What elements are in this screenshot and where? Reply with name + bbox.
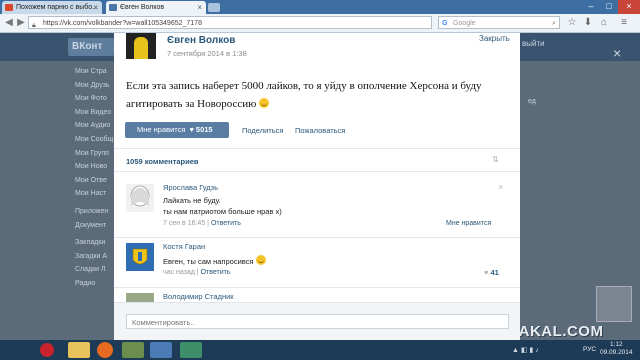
- commenter-avatar[interactable]: [126, 243, 154, 271]
- comment-composer: Комментировать..: [114, 302, 520, 340]
- comment-text: ты нам патриотом больше нрав х): [163, 207, 282, 216]
- like-button[interactable]: Мне нравится ♥ 5015: [125, 122, 229, 138]
- home-icon[interactable]: ⌂: [598, 17, 610, 29]
- tray-icons[interactable]: ▲ ◧ ▮ ♪: [512, 346, 539, 354]
- tab-yaplakal[interactable]: Похожем парню с выбо... ×: [2, 1, 102, 14]
- like-label: Мне нравится: [137, 125, 186, 134]
- comment-text: Евген, ты сам напросився: [163, 255, 267, 266]
- comment-body: Евген, ты сам напросився: [163, 257, 254, 266]
- address-toolbar: ◀ ▶ 🔒︎ https://vk.com/volkbander?w=wall1…: [0, 14, 640, 33]
- commenter-name[interactable]: Ярослава Гудзь: [163, 183, 218, 192]
- comment-like-link[interactable]: Мне нравится: [446, 220, 491, 227]
- lock-icon: 🔒︎: [32, 22, 36, 29]
- delete-comment-icon[interactable]: ×: [498, 182, 503, 192]
- firefox-taskbar-icon[interactable]: [97, 342, 113, 358]
- maximize-button[interactable]: □: [600, 0, 618, 14]
- post-date[interactable]: 7 сентября 2014 в 1:38: [167, 49, 247, 58]
- back-icon[interactable]: ◀: [3, 17, 15, 29]
- divider: [114, 148, 520, 149]
- menu-icon[interactable]: ≡: [618, 17, 630, 29]
- comment-likes[interactable]: ♥ 41: [484, 268, 499, 277]
- clock-date: 09.09.2014: [600, 349, 633, 356]
- app-taskbar-icon[interactable]: [180, 342, 202, 358]
- language-indicator[interactable]: РУС: [583, 346, 596, 353]
- file-explorer-taskbar-icon[interactable]: [68, 342, 90, 358]
- clock[interactable]: 1:12 09.09.2014: [600, 341, 633, 357]
- smile-emoji-icon: [259, 98, 270, 108]
- comment-item: Костя Гаран Евген, ты сам напросився час…: [114, 242, 520, 283]
- divider: [114, 237, 520, 238]
- commenter-name[interactable]: Володимир Стадник: [163, 292, 234, 301]
- comment-input[interactable]: Комментировать..: [126, 314, 509, 329]
- divider: [114, 171, 520, 172]
- heart-icon: ♥: [484, 268, 489, 277]
- tab-close-icon[interactable]: ×: [93, 1, 98, 14]
- post-author[interactable]: Євген Волков: [167, 35, 235, 46]
- reply-link[interactable]: Ответить: [201, 269, 231, 276]
- url-text: https://vk.com/volkbander?w=wall10534965…: [43, 20, 202, 27]
- search-input[interactable]: G Google ⌕: [438, 16, 560, 29]
- comment-item: Ярослава Гудзь Лайкать не буду. ты нам п…: [114, 182, 520, 234]
- heart-icon: ♥: [189, 125, 194, 134]
- minimize-button[interactable]: –: [582, 0, 600, 14]
- tab-title: Євген Волков: [120, 4, 165, 11]
- app-taskbar-icon[interactable]: [122, 342, 144, 358]
- thumbnail-image: [596, 286, 632, 322]
- search-placeholder: Google: [453, 20, 476, 27]
- right-side-snippet: ед: [528, 98, 536, 105]
- url-bar[interactable]: 🔒︎ https://vk.com/volkbander?w=wall10534…: [28, 16, 432, 29]
- clock-time: 1:12: [609, 341, 623, 348]
- post-body: Если эта запись наберет 5000 лайков, то …: [126, 80, 482, 110]
- comment-text: Лайкать не буду.: [163, 196, 221, 205]
- search-icon[interactable]: ⌕: [552, 17, 556, 30]
- share-link[interactable]: Поделиться: [242, 126, 283, 135]
- tab-title: Похожем парню с выбо...: [16, 4, 98, 11]
- report-link[interactable]: Пожаловаться: [295, 126, 345, 135]
- comments-count: 1059 комментариев: [126, 157, 199, 166]
- comment-time[interactable]: 7 сен в 16:45: [163, 220, 205, 227]
- comment-likes-count: 41: [490, 268, 499, 277]
- commenter-avatar[interactable]: [126, 184, 154, 212]
- opera-taskbar-icon[interactable]: [40, 343, 54, 357]
- tab-close-icon[interactable]: ×: [197, 1, 202, 14]
- commenter-name[interactable]: Костя Гаран: [163, 242, 205, 251]
- coat-of-arms-icon: [126, 243, 154, 271]
- browser-tab-bar: Похожем парню с выбо... × Євген Волков ×…: [0, 0, 640, 14]
- app-taskbar-icon[interactable]: [150, 342, 172, 358]
- yaplakal-favicon-icon: [5, 4, 13, 11]
- smile-emoji-icon: [256, 255, 267, 265]
- post-text: Если эта запись наберет 5000 лайков, то …: [126, 77, 506, 113]
- forward-icon[interactable]: ▶: [15, 17, 27, 29]
- vk-logo[interactable]: ВКонт: [68, 38, 114, 56]
- vk-favicon-icon: [109, 4, 117, 11]
- google-icon: G: [442, 20, 448, 27]
- comments-list: Ярослава Гудзь Лайкать не буду. ты нам п…: [114, 173, 520, 303]
- tab-vk[interactable]: Євген Волков ×: [106, 1, 206, 14]
- close-window-button[interactable]: ×: [618, 0, 640, 14]
- author-avatar[interactable]: [126, 33, 156, 59]
- star-icon[interactable]: ☆: [566, 17, 578, 29]
- logout-link[interactable]: выйти: [522, 39, 545, 48]
- reply-link[interactable]: Ответить: [211, 220, 241, 227]
- download-icon[interactable]: ⬇: [582, 17, 594, 29]
- divider: [114, 287, 520, 288]
- post-modal: Євген Волков 7 сентября 2014 в 1:38 Закр…: [114, 33, 520, 340]
- windows-taskbar: ▲ ◧ ▮ ♪ РУС 1:12 09.09.2014: [0, 340, 640, 360]
- close-link[interactable]: Закрыть: [479, 34, 510, 43]
- comment-meta: 7 сен в 16:45 | Ответить: [163, 220, 241, 227]
- new-tab-button[interactable]: [208, 3, 220, 12]
- comment-meta: час назад | Ответить: [163, 269, 231, 276]
- like-count: 5015: [195, 125, 213, 134]
- comment-time[interactable]: час назад: [163, 269, 195, 276]
- anime-avatar-icon: [130, 185, 150, 207]
- overlay-close-icon[interactable]: ×: [613, 45, 621, 61]
- sort-icon[interactable]: ⇅: [492, 155, 499, 164]
